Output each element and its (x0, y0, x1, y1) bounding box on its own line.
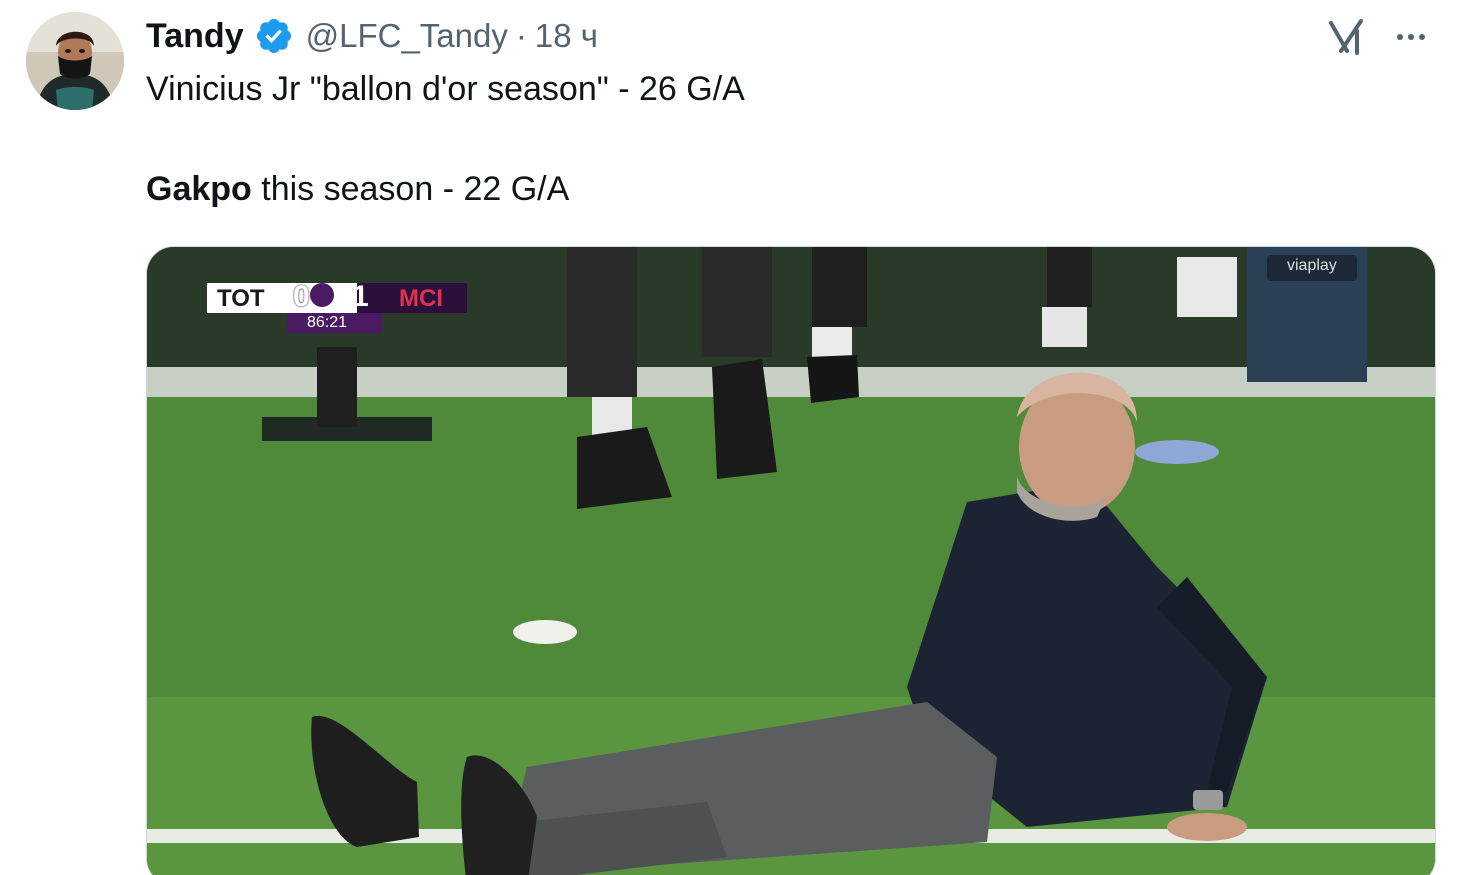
tweet-timestamp[interactable]: 18 ч (535, 17, 598, 55)
scoreboard-away: MCI (399, 285, 443, 312)
grok-button[interactable] (1326, 16, 1368, 58)
grok-icon (1329, 19, 1363, 55)
football-photo (147, 247, 1435, 875)
tweet-text-bold-name: Gakpo (146, 170, 252, 208)
scoreboard-clock: 86:21 (307, 314, 348, 331)
tweet-media-image[interactable]: TOT 0 1 MCI 86:21 viaplay (146, 246, 1436, 875)
tweet-text-line-2: Gakpo this season - 22 G/A (146, 170, 569, 209)
tweet-text-rest: this season - 22 G/A (251, 170, 570, 208)
profile-avatar-icon (26, 12, 124, 110)
more-icon-dot (1419, 34, 1425, 40)
scoreboard-away-score: 1 (352, 280, 369, 313)
verified-badge-icon[interactable] (254, 16, 294, 56)
tweet-card[interactable]: Tandy @LFC_Tandy · 18 ч Vinicius Jr "bal… (0, 0, 1460, 875)
broadcaster-logo: viaplay (1287, 257, 1337, 274)
author-handle[interactable]: @LFC_Tandy (306, 17, 508, 55)
scoreboard-home: TOT (217, 285, 265, 312)
author-avatar[interactable] (26, 12, 124, 110)
header-separator: · (515, 17, 527, 54)
tweet-header: Tandy @LFC_Tandy · 18 ч (146, 14, 598, 58)
more-options-button[interactable] (1390, 20, 1432, 54)
more-icon-dot (1408, 34, 1414, 40)
tweet-text-line-1: Vinicius Jr "ballon d'or season" - 26 G/… (146, 70, 745, 108)
scoreboard-home-score: 0 (293, 280, 310, 313)
author-display-name[interactable]: Tandy (146, 17, 244, 56)
more-icon (1397, 34, 1403, 40)
